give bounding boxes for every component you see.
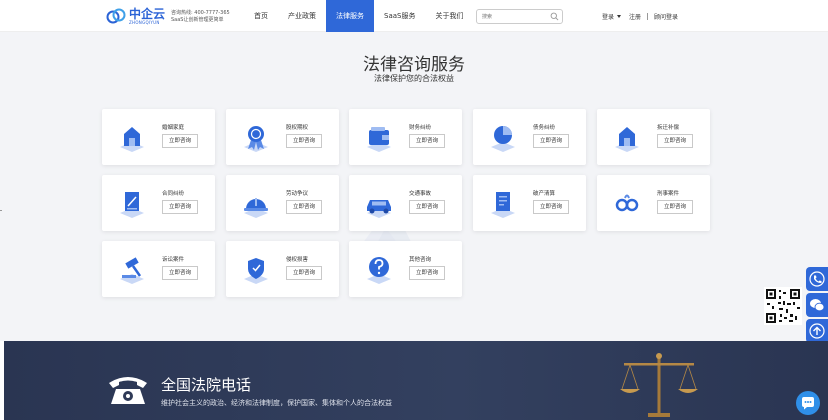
nav-saas[interactable]: SaaS服务 xyxy=(374,0,425,32)
contract-icon xyxy=(120,192,144,218)
consult-button[interactable]: 立即咨询 xyxy=(162,266,198,280)
wechat-icon xyxy=(810,299,825,312)
document-icon xyxy=(491,192,515,218)
card-label: 债务纠纷 xyxy=(533,125,556,131)
medal-icon xyxy=(244,126,268,152)
banner-title: 全国法院电话 xyxy=(161,376,252,394)
nav-industry-policy[interactable]: 产业政策 xyxy=(278,0,326,32)
qr-code-icon xyxy=(764,287,802,325)
consult-button[interactable]: 立即咨询 xyxy=(162,134,198,148)
service-card-other[interactable]: 其他咨询 立即咨询 xyxy=(349,241,462,297)
register-link[interactable]: 注册 xyxy=(629,12,641,21)
search-icon[interactable] xyxy=(550,12,559,21)
login-link[interactable]: 登录 xyxy=(602,12,614,21)
search-box xyxy=(476,9,563,24)
consult-button[interactable]: 立即咨询 xyxy=(286,134,322,148)
side-toolbar xyxy=(806,267,828,343)
card-label: 劳动争议 xyxy=(286,191,309,197)
nav-legal-services[interactable]: 法律服务 xyxy=(326,0,374,32)
main-nav: 首页 产业政策 法律服务 SaaS服务 关于我们 xyxy=(244,0,473,32)
page-title: 法律咨询服务 xyxy=(363,55,465,75)
consult-button[interactable]: 立即咨询 xyxy=(162,200,198,214)
consult-button[interactable]: 立即咨询 xyxy=(409,134,445,148)
arrow-up-icon xyxy=(809,323,825,339)
chat-bubble-icon xyxy=(802,397,814,410)
service-card-finance[interactable]: 财务纠纷 立即咨询 xyxy=(349,109,462,165)
service-card-litigation[interactable]: 诉讼案件 立即咨询 xyxy=(102,241,215,297)
nav-home[interactable]: 首页 xyxy=(244,0,278,32)
card-label: 婚姻家庭 xyxy=(162,125,185,131)
shield-icon xyxy=(244,258,268,284)
consult-button[interactable]: 立即咨询 xyxy=(286,266,322,280)
service-card-equity[interactable]: 股权期权 立即咨询 xyxy=(226,109,339,165)
question-icon xyxy=(367,257,391,284)
legal-services-section: 法律咨询服务 法律保护您的合法权益 婚姻家庭 立即咨询 股权期权 立即咨询 财务… xyxy=(0,32,828,343)
gavel-icon xyxy=(120,257,144,284)
service-card-marriage[interactable]: 婚姻家庭 立即咨询 xyxy=(102,109,215,165)
card-label: 破产清算 xyxy=(533,191,556,197)
card-label: 合同纠纷 xyxy=(162,191,185,197)
divider xyxy=(647,13,649,20)
house-icon xyxy=(615,127,639,152)
card-label: 拆迁补偿 xyxy=(657,125,680,131)
hotline: 咨询热线: 400-7777-365 SaaS让创新管理更简单 xyxy=(171,10,230,24)
consult-button[interactable]: 立即咨询 xyxy=(409,266,445,280)
page: 中企云 ZHONGQIYUN 咨询热线: 400-7777-365 SaaS让创… xyxy=(0,0,828,420)
divider xyxy=(0,210,2,211)
consult-button[interactable]: 立即咨询 xyxy=(657,134,693,148)
service-card-tort[interactable]: 侵权损害 立即咨询 xyxy=(226,241,339,297)
card-label: 交通事故 xyxy=(409,191,432,197)
phone-button[interactable] xyxy=(806,267,828,291)
service-card-demolition[interactable]: 拆迁补偿 立即咨询 xyxy=(597,109,710,165)
consult-button[interactable]: 立即咨询 xyxy=(409,200,445,214)
back-to-top-button[interactable] xyxy=(806,319,828,343)
chat-button[interactable] xyxy=(796,391,820,415)
logo[interactable]: 中企云 ZHONGQIYUN xyxy=(106,6,165,26)
consultant-login-link[interactable]: 顾问登录 xyxy=(654,12,678,21)
consult-button[interactable]: 立即咨询 xyxy=(533,200,569,214)
service-card-criminal[interactable]: 刑事案件 立即咨询 xyxy=(597,175,710,231)
hotline-phone: 咨询热线: 400-7777-365 xyxy=(171,10,230,16)
card-label: 股权期权 xyxy=(286,125,309,131)
handcuffs-icon xyxy=(615,194,639,212)
house-icon xyxy=(120,127,144,152)
consult-button[interactable]: 立即咨询 xyxy=(657,200,693,214)
court-phone-banner: 全国法院电话 维护社会主义的政治、经济和法律制度，保护国家、集体和个人的合法权益 xyxy=(4,341,828,420)
hotline-slogan: SaaS让创新管理更简单 xyxy=(171,17,224,23)
card-label: 诉讼案件 xyxy=(162,257,185,263)
wechat-button[interactable] xyxy=(806,293,828,317)
pie-chart-icon xyxy=(491,126,515,152)
nav-about[interactable]: 关于我们 xyxy=(425,0,473,32)
car-icon xyxy=(367,200,391,218)
chevron-down-icon[interactable] xyxy=(617,15,622,18)
wallet-icon xyxy=(367,127,391,152)
page-subtitle: 法律保护您的合法权益 xyxy=(374,74,454,83)
service-card-labor[interactable]: 劳动争议 立即咨询 xyxy=(226,175,339,231)
banner-subtitle: 维护社会主义的政治、经济和法律制度，保护国家、集体和个人的合法权益 xyxy=(161,399,392,407)
logo-name: 中企云 xyxy=(129,6,166,21)
header: 中企云 ZHONGQIYUN 咨询热线: 400-7777-365 SaaS让创… xyxy=(0,0,828,32)
phone-icon xyxy=(809,271,825,287)
scales-of-justice-icon xyxy=(620,353,698,417)
card-label: 财务纠纷 xyxy=(409,125,432,131)
card-label: 侵权损害 xyxy=(286,257,309,263)
helmet-icon xyxy=(244,198,268,218)
service-card-contract[interactable]: 合同纠纷 立即咨询 xyxy=(102,175,215,231)
telephone-icon xyxy=(109,377,147,404)
logo-mark-icon xyxy=(106,8,126,24)
card-label: 刑事案件 xyxy=(657,191,680,197)
auth-links: 登录 注册 顾问登录 xyxy=(602,12,678,21)
logo-name-en: ZHONGQIYUN xyxy=(129,19,160,25)
service-card-bankruptcy[interactable]: 破产清算 立即咨询 xyxy=(473,175,586,231)
consult-button[interactable]: 立即咨询 xyxy=(286,200,322,214)
search-input[interactable] xyxy=(482,11,548,22)
consult-button[interactable]: 立即咨询 xyxy=(533,134,569,148)
card-label: 其他咨询 xyxy=(409,257,432,263)
service-card-traffic[interactable]: 交通事故 立即咨询 xyxy=(349,175,462,231)
service-card-debt[interactable]: 债务纠纷 立即咨询 xyxy=(473,109,586,165)
